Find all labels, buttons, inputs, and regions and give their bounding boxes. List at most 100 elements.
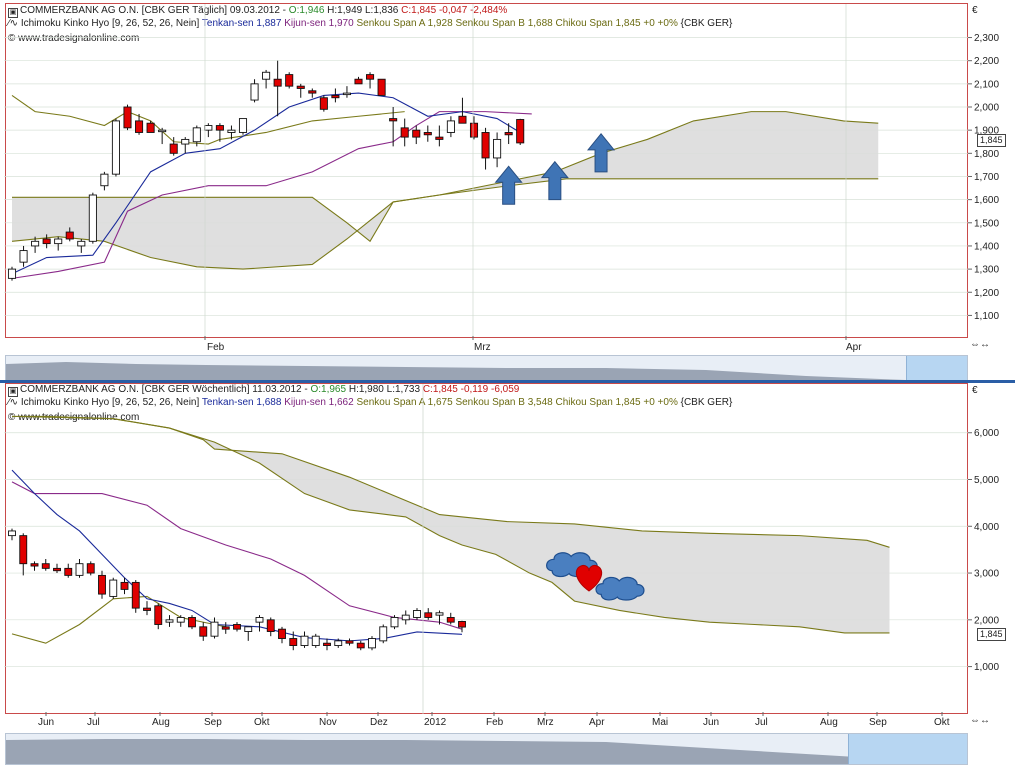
daily-chart-panel: ▣ COMMERZBANK AG O.N. [CBK GER Täglich] 0…: [0, 0, 1015, 383]
weekly-currency-label: €: [972, 385, 978, 396]
daily-xaxis-feb: Feb: [207, 342, 225, 353]
candle-down: [400, 127, 409, 138]
candle-up: [244, 626, 253, 632]
y-tick-label: 1,000: [974, 662, 999, 673]
candle-up: [204, 125, 213, 131]
candle-down: [412, 129, 421, 138]
y-tick-label: 2,100: [974, 79, 999, 90]
candle-up: [109, 579, 118, 597]
candle-down: [98, 574, 106, 595]
y-tick-label: 6,000: [974, 428, 999, 439]
weekly-xaxis-label: Okt: [934, 717, 950, 728]
y-tick-label: 1,400: [974, 241, 999, 252]
candle-down: [366, 74, 375, 80]
y-tick-label: 1,300: [974, 265, 999, 276]
candle-up: [54, 238, 63, 245]
daily-xaxis-apr: Apr: [846, 342, 862, 353]
candle-down: [389, 118, 398, 122]
candle-down: [64, 567, 73, 576]
daily-navigator-thumb[interactable]: [906, 356, 967, 380]
candle-down: [458, 621, 466, 628]
candle-down: [215, 125, 224, 131]
weekly-xaxis-label: Aug: [820, 717, 838, 728]
candle-up: [401, 614, 410, 621]
weekly-xaxis-label: Dez: [370, 717, 388, 728]
candle-up: [390, 617, 399, 628]
kumo-cloud: [12, 111, 879, 270]
candle-up: [8, 530, 16, 537]
candle-down: [345, 640, 354, 644]
candle-down: [131, 581, 140, 609]
candle-down: [154, 605, 163, 625]
candle-down: [356, 642, 365, 649]
y-tick-label: 5,000: [974, 475, 999, 486]
candle-up: [250, 83, 259, 101]
weekly-xaxis-label: Mai: [652, 717, 669, 728]
weekly-zoom-arrows-icon[interactable]: ⇔↔: [970, 715, 990, 726]
candle-down: [53, 567, 61, 572]
weekly-xaxis-label: Feb: [486, 717, 504, 728]
candle-down: [146, 122, 155, 133]
candle-down: [135, 120, 144, 133]
daily-price-chart: 1,100 1,200 1,300 1,400 1,500 1,600 1,700 1,800…: [4, 4, 999, 340]
candle-up: [379, 626, 388, 642]
weekly-navigator-scrollbar[interactable]: [5, 733, 968, 765]
weekly-xaxis-label: Jul: [755, 717, 768, 728]
candle-up: [446, 120, 455, 133]
candle-down: [481, 132, 490, 159]
candle-down: [41, 563, 50, 569]
candle-up: [100, 173, 109, 187]
candle-down: [435, 136, 444, 140]
candle-down: [120, 581, 129, 590]
candle-up: [435, 612, 444, 616]
candle-down: [221, 626, 230, 630]
candle-up: [192, 127, 201, 143]
y-tick-label: 2,000: [974, 615, 999, 626]
candle-down: [233, 624, 241, 630]
daily-currency-label: €: [972, 5, 978, 16]
candle-down: [504, 132, 513, 136]
kumo-cloud: [12, 416, 890, 633]
daily-navigator-scrollbar[interactable]: [5, 355, 968, 381]
y-tick-label: 1,100: [974, 311, 999, 322]
weekly-xaxis-label: Jul: [87, 717, 100, 728]
candle-up: [158, 129, 167, 133]
candle-down: [331, 94, 340, 99]
candle-up: [368, 638, 376, 649]
candle-down: [266, 619, 275, 632]
candle-down: [516, 119, 525, 144]
candle-down: [86, 563, 95, 574]
candle-down: [273, 78, 282, 87]
candle-up: [88, 194, 97, 242]
weekly-xaxis-label: Mrz: [537, 717, 554, 728]
candle-down: [199, 626, 208, 637]
weekly-xaxis-label: Sep: [204, 717, 222, 728]
candle-down: [423, 132, 432, 136]
candle-down: [469, 122, 479, 138]
candle-up: [19, 250, 28, 263]
y-tick-label: 1,500: [974, 218, 999, 229]
candle-down: [169, 143, 178, 154]
candle-up: [238, 118, 248, 133]
candle-up: [255, 617, 264, 623]
candle-up: [77, 240, 86, 247]
y-tick-label: 2,200: [974, 56, 999, 67]
y-tick-label: 1,600: [974, 195, 999, 206]
candle-up: [334, 640, 343, 646]
candle-down: [354, 78, 363, 85]
candle-down: [424, 612, 433, 618]
candle-down: [143, 607, 151, 611]
candle-down: [308, 90, 317, 94]
daily-zoom-arrows-icon[interactable]: ⇔↔: [970, 339, 990, 350]
candle-down: [30, 563, 39, 567]
weekly-xaxis-label: Jun: [703, 717, 720, 728]
candle-up: [300, 635, 309, 646]
candle-down: [446, 617, 455, 623]
candle-down: [42, 238, 51, 245]
candle-up: [181, 138, 190, 145]
y-tick-label: 2,300: [974, 33, 999, 44]
y-tick-label: 2,000: [974, 103, 999, 114]
candle-up: [111, 120, 120, 175]
weekly-navigator-thumb[interactable]: [848, 734, 967, 764]
cloud-icon: [595, 576, 645, 601]
